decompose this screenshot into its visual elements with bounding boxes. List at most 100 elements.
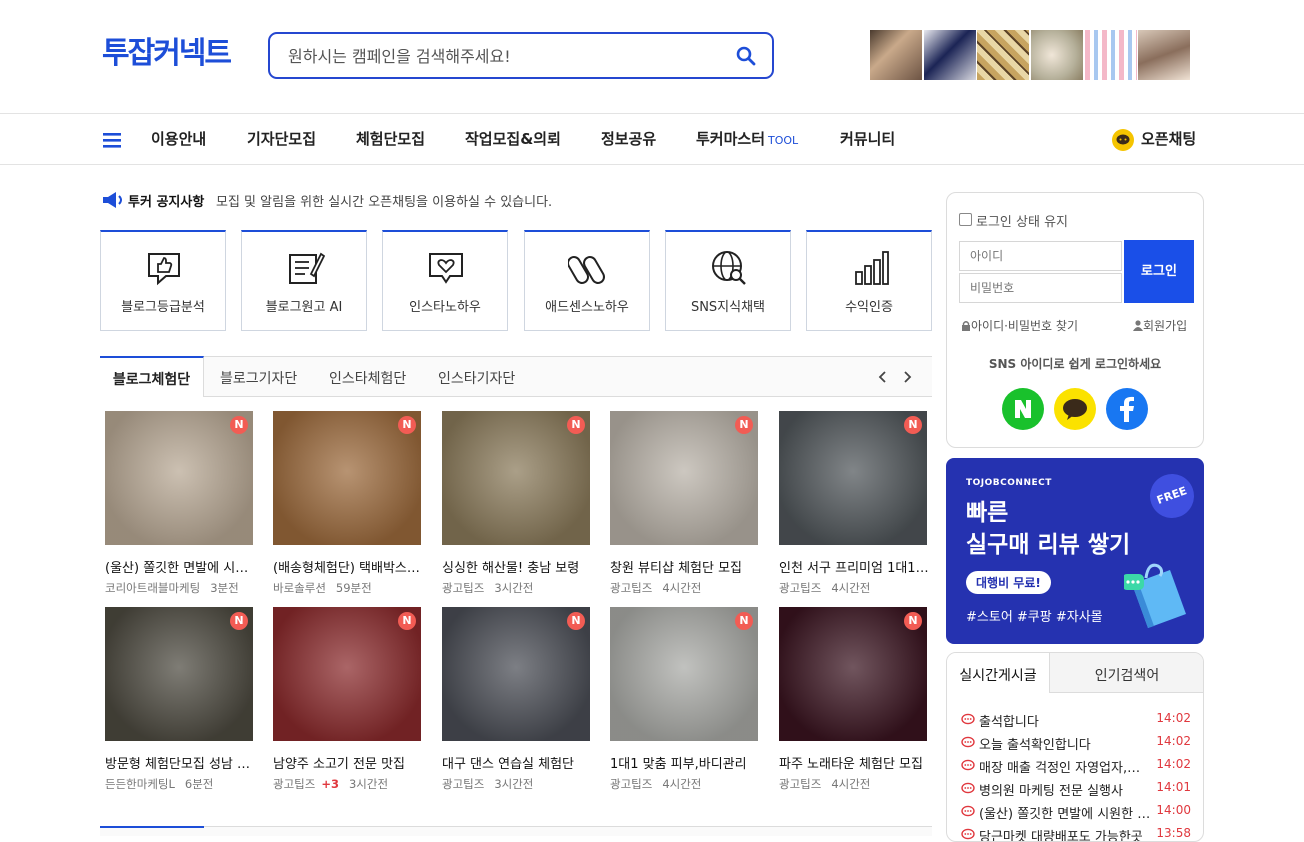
tab-insta-reporter[interactable]: 인스타기자단 — [438, 368, 515, 388]
campaign-meta: 광고팁즈 4시간전 — [610, 776, 760, 792]
post-item[interactable]: 병의원 마케팅 전문 실행사 14:01 — [961, 780, 1191, 800]
campaign-thumbnail[interactable]: N — [779, 607, 927, 741]
campaign-time: 3시간전 — [494, 581, 534, 595]
campaign-thumbnail[interactable]: N — [610, 607, 758, 741]
password-input[interactable] — [959, 273, 1122, 303]
nav-item-guide[interactable]: 이용안내 — [151, 129, 206, 149]
tab-realtime-posts[interactable]: 실시간게시글 — [947, 653, 1050, 693]
chevron-left-icon[interactable] — [878, 371, 888, 383]
nav-item-experience[interactable]: 체험단모집 — [356, 129, 425, 149]
campaign-title[interactable]: 파주 노래타운 체험단 모집 — [779, 753, 929, 772]
campaign-card[interactable]: N 남양주 소고기 전문 맛집 광고팁즈 +3 3시간전 — [273, 607, 423, 797]
campaign-card[interactable]: N 싱싱한 해산물! 충남 보령광고팁즈 3시간전 — [442, 411, 592, 601]
post-item[interactable]: 출석합니다 14:02 — [961, 711, 1191, 731]
tile-insta[interactable]: 인스타노하우 — [382, 230, 508, 331]
nav-item-reporter[interactable]: 기자단모집 — [247, 129, 316, 149]
search-input[interactable] — [288, 44, 708, 68]
promo-banner[interactable]: TOJOBCONNECT 빠른 실구매 리뷰 쌓기 대행비 무료! #스토어 #… — [946, 458, 1204, 644]
campaign-card[interactable]: N (울산) 쫄깃한 면발에 시원한코리아트래블마케팅 3분전 — [105, 411, 255, 601]
id-input[interactable] — [959, 241, 1122, 271]
campaign-meta: 광고팁즈 3시간전 — [442, 776, 592, 792]
find-account-label: 아이디·비밀번호 찾기 — [971, 319, 1078, 333]
banner-thumb[interactable] — [1031, 30, 1083, 80]
promo-brand: TOJOBCONNECT — [966, 478, 1052, 488]
campaign-card[interactable]: N (배송형체험단) 택배박스 제작 바로솔루션 59분전 — [273, 411, 423, 601]
campaign-thumbnail[interactable]: N — [442, 411, 590, 545]
campaign-thumbnail[interactable]: N — [610, 411, 758, 545]
campaign-title[interactable]: 대구 댄스 연습실 체험단 — [442, 753, 592, 772]
menu-icon[interactable] — [103, 132, 121, 148]
nav-item-community[interactable]: 커뮤니티 — [840, 129, 895, 149]
tile-adsense[interactable]: 애드센스노하우 — [524, 230, 650, 331]
campaign-meta: 코리아트래블마케팅 3분전 — [105, 580, 255, 596]
comment-icon — [961, 759, 975, 771]
campaign-title[interactable]: 1대1 맞춤 피부,바디관리 — [610, 753, 760, 772]
campaign-title[interactable]: (배송형체험단) 택배박스 제작 — [273, 557, 423, 576]
post-title: 당근마켓 대량배포도 가능한곳 — [979, 830, 1143, 842]
search-icon[interactable] — [734, 44, 758, 68]
campaign-card[interactable]: N 방문형 체험단모집 성남 고기집든든한마케팅L 6분전 — [105, 607, 255, 797]
banner-thumb[interactable] — [924, 30, 976, 80]
campaign-title[interactable]: 인천 서구 프리미엄 1대1 PT — [779, 557, 929, 576]
campaign-thumbnail[interactable]: N — [273, 411, 421, 545]
new-badge: N — [735, 416, 753, 434]
banner-thumb[interactable] — [870, 30, 922, 80]
campaign-thumbnail[interactable]: N — [273, 607, 421, 741]
post-item[interactable]: (울산) 쫄깃한 면발에 시원한 국물 14:00 — [961, 803, 1191, 823]
campaign-meta: 광고팁즈 4시간전 — [610, 580, 760, 596]
tab-blog-experience[interactable]: 블로그체험단 — [100, 356, 204, 397]
find-account-link[interactable]: 아이디·비밀번호 찾기 — [961, 317, 1078, 334]
kakao-login-icon[interactable] — [1054, 388, 1096, 430]
tab-popular-search[interactable]: 인기검색어 — [1050, 653, 1203, 693]
campaign-thumbnail[interactable]: N — [442, 607, 590, 741]
campaign-time: 4시간전 — [662, 581, 702, 595]
new-badge: N — [735, 612, 753, 630]
campaign-title[interactable]: 싱싱한 해산물! 충남 보령 — [442, 557, 592, 576]
campaign-extra-count: +3 — [321, 777, 339, 791]
banner-thumb[interactable] — [1085, 30, 1137, 80]
post-item[interactable]: 오늘 출석확인합니다 14:02 — [961, 734, 1191, 754]
naver-login-icon[interactable] — [1002, 388, 1044, 430]
tile-revenue[interactable]: 수익인증 — [806, 230, 932, 331]
facebook-login-icon[interactable] — [1106, 388, 1148, 430]
site-logo[interactable]: 투잡커넥트 — [102, 34, 232, 74]
login-button[interactable]: 로그인 — [1124, 240, 1194, 303]
campaign-title[interactable]: 방문형 체험단모집 성남 고기집 — [105, 753, 255, 772]
new-badge: N — [230, 612, 248, 630]
bar-chart-icon — [855, 251, 889, 285]
tile-sns[interactable]: SNS지식채택 — [665, 230, 791, 331]
tab-blog-reporter[interactable]: 블로그기자단 — [220, 368, 297, 388]
next-section-tabs — [100, 826, 932, 836]
nav-item-jobs[interactable]: 작업모집&의뢰 — [465, 129, 561, 149]
post-item[interactable]: 당근마켓 대량배포도 가능한곳 13:58 — [961, 826, 1191, 842]
campaign-thumbnail[interactable]: N — [779, 411, 927, 545]
section-tab-indicator — [100, 826, 204, 828]
campaign-time: 59분전 — [335, 581, 372, 595]
campaign-card[interactable]: N 파주 노래타운 체험단 모집 광고팁즈 4시간전 — [779, 607, 929, 797]
join-link[interactable]: 회원가입 — [1133, 317, 1187, 334]
keep-login-checkbox[interactable] — [959, 213, 972, 226]
comment-icon — [961, 736, 975, 748]
campaign-card[interactable]: N 창원 뷰티샵 체험단 모집광고팁즈 4시간전 — [610, 411, 760, 601]
tile-blog-grade[interactable]: 블로그등급분석 — [100, 230, 226, 331]
campaign-thumbnail[interactable]: N — [105, 411, 253, 545]
campaign-thumbnail[interactable]: N — [105, 607, 253, 741]
campaign-meta: 광고팁즈 3시간전 — [442, 580, 592, 596]
new-badge: N — [398, 612, 416, 630]
campaign-card[interactable]: N 1대1 맞춤 피부,바디관리광고팁즈 4시간전 — [610, 607, 760, 797]
campaign-title[interactable]: 창원 뷰티샵 체험단 모집 — [610, 557, 760, 576]
nav-item-info[interactable]: 정보공유 — [601, 129, 656, 149]
banner-thumb[interactable] — [977, 30, 1029, 80]
notice-text[interactable]: 모집 및 알림을 위한 실시간 오픈채팅을 이용하실 수 있습니다. — [216, 191, 552, 210]
post-item[interactable]: 매장 매출 걱정인 자영업자,사장님들 14:02 — [961, 757, 1191, 777]
campaign-time: 6분전 — [184, 777, 214, 791]
chevron-right-icon[interactable] — [902, 371, 912, 383]
tab-insta-experience[interactable]: 인스타체험단 — [329, 368, 406, 388]
nav-item-master[interactable]: 투커마스터 TOOL — [696, 129, 798, 151]
campaign-title[interactable]: 남양주 소고기 전문 맛집 — [273, 753, 423, 772]
campaign-card[interactable]: N 인천 서구 프리미엄 1대1 PT 광고팁즈 4시간전 — [779, 411, 929, 601]
tile-blog-ai[interactable]: 블로그원고 AI — [241, 230, 367, 331]
campaign-card[interactable]: N 대구 댄스 연습실 체험단광고팁즈 3시간전 — [442, 607, 592, 797]
campaign-title[interactable]: (울산) 쫄깃한 면발에 시원한 — [105, 557, 255, 576]
banner-thumb[interactable] — [1138, 30, 1190, 80]
